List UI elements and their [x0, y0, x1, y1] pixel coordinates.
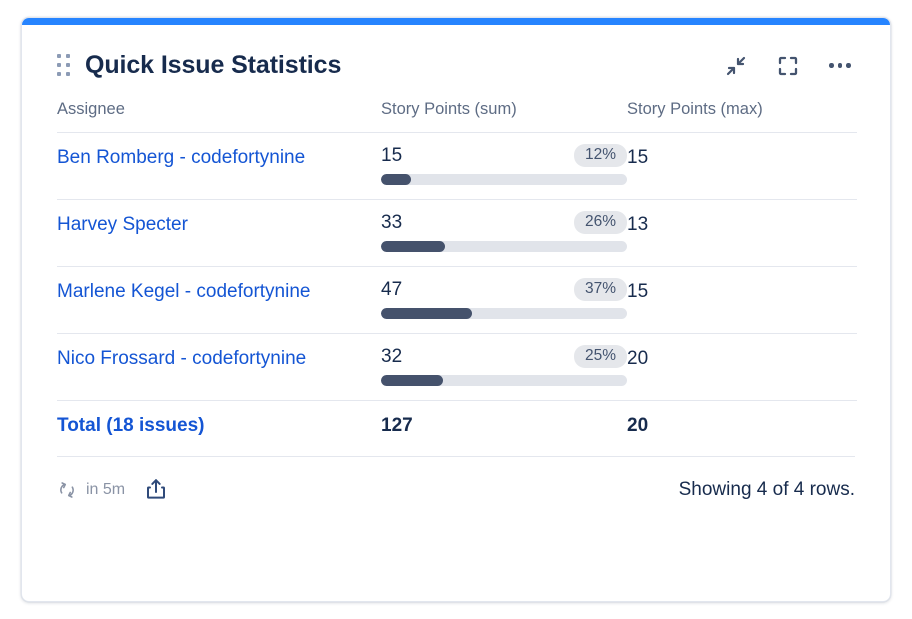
cell-total-max: 20	[627, 401, 857, 456]
footer-left-group: in 5m	[57, 477, 168, 502]
total-label-link[interactable]: Total (18 issues)	[57, 401, 204, 437]
total-sum-value: 127	[381, 415, 413, 436]
gadget-body: Quick Issue Statistics Assignee Story Po…	[22, 25, 890, 601]
more-options-icon[interactable]	[825, 51, 855, 81]
gadget-header: Quick Issue Statistics	[57, 25, 855, 100]
sum-value: 15	[381, 144, 403, 166]
progress-bar-track	[381, 375, 627, 386]
max-value: 13	[627, 214, 649, 235]
table-body: Ben Romberg - codefortynine 15 12% 15 Ha…	[57, 132, 857, 456]
cell-assignee: Marlene Kegel - codefortynine	[57, 267, 381, 334]
table-row: Nico Frossard - codefortynine 32 25% 20	[57, 333, 857, 401]
table-row: Marlene Kegel - codefortynine 47 37% 15	[57, 266, 857, 334]
max-value: 15	[627, 147, 649, 168]
sum-value: 32	[381, 345, 403, 367]
column-header-story-points-sum: Story Points (sum)	[381, 100, 627, 133]
sum-value: 47	[381, 278, 403, 300]
quick-issue-statistics-gadget: Quick Issue Statistics Assignee Story Po…	[21, 17, 891, 602]
table-row: Ben Romberg - codefortynine 15 12% 15	[57, 132, 857, 200]
cell-story-points-sum: 15 12%	[381, 133, 627, 200]
cell-assignee: Ben Romberg - codefortynine	[57, 133, 381, 200]
cell-total-label: Total (18 issues)	[57, 401, 381, 456]
share-icon[interactable]	[144, 477, 168, 502]
percent-badge: 26%	[573, 211, 627, 234]
cell-story-points-max: 20	[627, 334, 857, 401]
drag-handle-icon[interactable]	[57, 54, 75, 77]
rows-status-label: Showing 4 of 4 rows.	[678, 478, 855, 500]
percent-badge: 37%	[573, 278, 627, 301]
refresh-icon[interactable]	[57, 480, 77, 500]
progress-bar-track	[381, 241, 627, 252]
cell-assignee: Nico Frossard - codefortynine	[57, 334, 381, 401]
table-row: Harvey Specter 33 26% 13	[57, 199, 857, 267]
assignee-link[interactable]: Harvey Specter	[57, 200, 188, 236]
total-max-value: 20	[627, 415, 649, 436]
collapse-icon[interactable]	[721, 51, 751, 81]
table-header-row: Assignee Story Points (sum) Story Points…	[57, 100, 857, 133]
table-total-row: Total (18 issues) 127 20	[57, 400, 857, 456]
cell-story-points-sum: 47 37%	[381, 267, 627, 334]
statistics-table: Assignee Story Points (sum) Story Points…	[57, 100, 857, 456]
progress-bar-fill	[381, 174, 411, 185]
header-actions	[721, 51, 855, 81]
progress-bar-track	[381, 308, 627, 319]
gadget-accent-bar	[22, 18, 890, 25]
percent-badge: 25%	[573, 345, 627, 368]
progress-bar-fill	[381, 308, 473, 319]
assignee-link[interactable]: Nico Frossard - codefortynine	[57, 334, 306, 370]
max-value: 20	[627, 348, 649, 369]
gadget-footer: in 5m Showing 4 of 4 rows.	[57, 457, 855, 515]
progress-bar-fill	[381, 375, 443, 386]
progress-bar-fill	[381, 241, 445, 252]
sum-value: 33	[381, 211, 403, 233]
assignee-link[interactable]: Ben Romberg - codefortynine	[57, 133, 305, 169]
cell-total-sum: 127	[381, 401, 627, 456]
progress-bar-track	[381, 174, 627, 185]
refresh-countdown-label: in 5m	[86, 480, 126, 498]
column-header-story-points-max: Story Points (max)	[627, 100, 857, 133]
cell-story-points-max: 13	[627, 200, 857, 267]
assignee-link[interactable]: Marlene Kegel - codefortynine	[57, 267, 310, 303]
table-header: Assignee Story Points (sum) Story Points…	[57, 100, 857, 133]
max-value: 15	[627, 281, 649, 302]
cell-story-points-max: 15	[627, 267, 857, 334]
page-title: Quick Issue Statistics	[85, 51, 342, 79]
cell-story-points-sum: 32 25%	[381, 334, 627, 401]
fullscreen-icon[interactable]	[773, 51, 803, 81]
cell-assignee: Harvey Specter	[57, 200, 381, 267]
cell-story-points-sum: 33 26%	[381, 200, 627, 267]
percent-badge: 12%	[573, 144, 627, 167]
column-header-assignee: Assignee	[57, 100, 381, 133]
cell-story-points-max: 15	[627, 133, 857, 200]
